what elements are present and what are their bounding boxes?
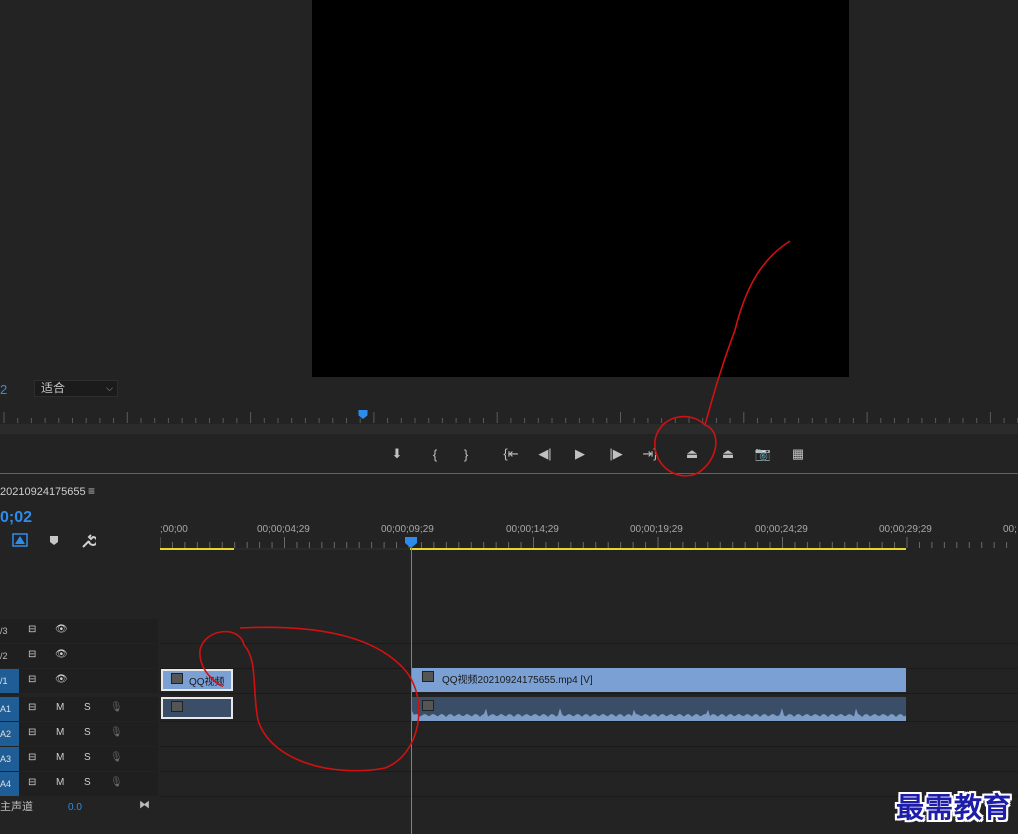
watermark-logo: 最需教育 <box>895 791 1012 824</box>
red-annotation-overlay <box>199 240 791 772</box>
